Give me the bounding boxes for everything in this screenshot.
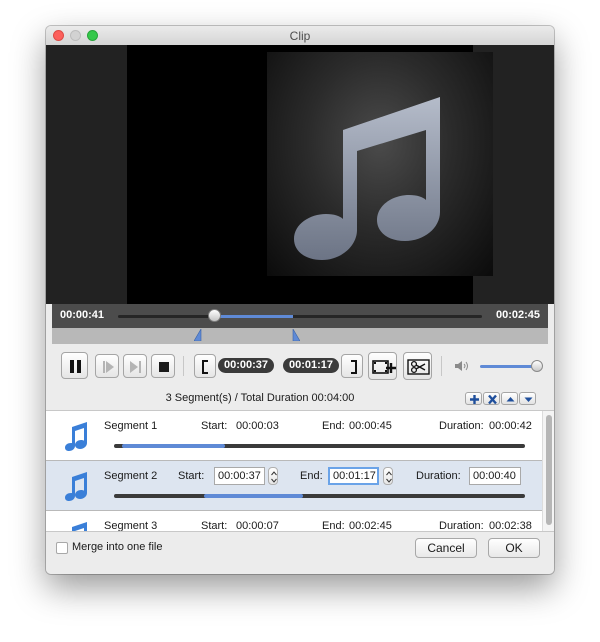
merge-label[interactable]: Merge into one file bbox=[72, 541, 163, 553]
step-forward-icon bbox=[103, 361, 114, 373]
skip-end-icon bbox=[130, 361, 141, 373]
stop-icon bbox=[159, 362, 169, 372]
duration-value: 00:00:42 bbox=[489, 420, 532, 432]
segment-list: Segment 1 Start: 00:00:03 End: 00:00:45 … bbox=[46, 411, 542, 531]
dialog-footer: Merge into one file Cancel OK bbox=[46, 531, 554, 574]
music-note-icon bbox=[72, 522, 87, 531]
segment-row-selected[interactable]: Segment 2 Start: 00:00:37 End: 00:01:17 … bbox=[46, 461, 542, 511]
duration-value: 00:02:38 bbox=[489, 520, 532, 531]
duration-field[interactable]: 00:00:40 bbox=[469, 467, 521, 485]
cut-segment-button[interactable] bbox=[403, 352, 432, 380]
skip-to-end-button[interactable] bbox=[123, 354, 147, 378]
music-note-icon bbox=[65, 472, 87, 501]
add-clip-icon bbox=[372, 360, 396, 374]
add-segment-list-button[interactable] bbox=[465, 392, 482, 405]
end-time-stepper[interactable] bbox=[383, 467, 393, 485]
next-frame-button[interactable] bbox=[95, 354, 119, 378]
end-time-display: 00:01:17 bbox=[283, 358, 339, 373]
delete-x-icon bbox=[488, 394, 497, 405]
start-label: Start: bbox=[201, 420, 228, 432]
add-segment-button[interactable] bbox=[368, 352, 397, 380]
segment-name: Segment 2 bbox=[104, 470, 158, 482]
clip-window: Clip 00:00:41 00:02:45 00:00:37 00:01:17… bbox=[46, 26, 554, 574]
end-value: 00:00:45 bbox=[349, 420, 392, 432]
music-note-icon bbox=[294, 97, 440, 260]
video-preview bbox=[46, 45, 554, 304]
playback-controls: 00:00:37 00:01:17 bbox=[46, 344, 554, 389]
volume-slider[interactable] bbox=[480, 365, 538, 368]
end-label: End: bbox=[322, 520, 345, 531]
stepper-icon bbox=[271, 471, 277, 483]
start-label: Start: bbox=[178, 470, 205, 482]
set-start-button[interactable] bbox=[194, 354, 216, 378]
start-value: 00:00:03 bbox=[236, 420, 279, 432]
end-bracket-icon bbox=[351, 360, 357, 374]
segment-name: Segment 1 bbox=[104, 420, 158, 432]
scrollbar-thumb[interactable] bbox=[546, 415, 552, 525]
divider bbox=[441, 356, 442, 376]
start-marker-icon[interactable] bbox=[194, 329, 202, 341]
segment-row[interactable]: Segment 1 Start: 00:00:03 End: 00:00:45 … bbox=[46, 411, 542, 461]
duration-label: Duration: bbox=[439, 420, 484, 432]
volume-handle[interactable] bbox=[531, 360, 543, 372]
album-artwork bbox=[267, 52, 493, 276]
duration-label: Duration: bbox=[439, 520, 484, 531]
set-end-button[interactable] bbox=[341, 354, 363, 378]
volume-icon bbox=[455, 361, 468, 371]
segment-name: Segment 3 bbox=[104, 520, 158, 531]
marker-strip bbox=[52, 328, 548, 344]
segment-range-bar bbox=[114, 494, 525, 498]
start-time-display: 00:00:37 bbox=[218, 358, 274, 373]
arrow-up-icon bbox=[506, 397, 515, 402]
ok-button[interactable]: OK bbox=[488, 538, 540, 558]
segment-range-fill bbox=[204, 494, 304, 498]
end-marker-icon[interactable] bbox=[292, 329, 300, 341]
end-value: 00:02:45 bbox=[349, 520, 392, 531]
arrow-down-icon bbox=[524, 397, 533, 402]
start-time-stepper[interactable] bbox=[268, 467, 278, 485]
pause-icon bbox=[70, 360, 81, 373]
segments-summary: 3 Segment(s) / Total Duration 00:04:00 bbox=[165, 392, 355, 404]
stepper-icon bbox=[386, 471, 392, 483]
music-note-icon bbox=[65, 422, 87, 451]
cancel-button[interactable]: Cancel bbox=[415, 538, 477, 558]
scissors-clip-icon bbox=[407, 359, 430, 375]
start-value: 00:00:07 bbox=[236, 520, 279, 531]
end-time-field[interactable]: 00:01:17 bbox=[328, 467, 379, 485]
start-label: Start: bbox=[201, 520, 228, 531]
plus-icon bbox=[470, 395, 479, 404]
duration-label: Duration: bbox=[416, 470, 461, 482]
end-label: End: bbox=[322, 420, 345, 432]
total-time: 00:02:45 bbox=[495, 309, 540, 321]
start-time-field[interactable]: 00:00:37 bbox=[214, 467, 265, 485]
segment-range-bar bbox=[114, 444, 525, 448]
playback-timeline: 00:00:41 00:02:45 bbox=[52, 304, 548, 328]
segment-row[interactable]: Segment 3 Start: 00:00:07 End: 00:02:45 … bbox=[46, 511, 542, 531]
start-bracket-icon bbox=[202, 360, 208, 374]
segments-header: 3 Segment(s) / Total Duration 00:04:00 bbox=[46, 388, 554, 411]
segment-list-scrollbar[interactable] bbox=[542, 411, 554, 531]
playhead-handle[interactable] bbox=[208, 309, 221, 322]
selection-range bbox=[210, 315, 293, 318]
video-frame bbox=[127, 45, 493, 304]
current-time: 00:00:41 bbox=[60, 309, 105, 321]
pause-button[interactable] bbox=[61, 352, 88, 379]
title-bar: Clip bbox=[46, 26, 554, 46]
divider bbox=[183, 356, 184, 376]
seek-track[interactable] bbox=[118, 315, 482, 318]
delete-segment-button[interactable] bbox=[483, 392, 500, 405]
end-label: End: bbox=[300, 470, 323, 482]
merge-checkbox[interactable] bbox=[56, 542, 68, 554]
window-title: Clip bbox=[289, 29, 311, 43]
move-down-button[interactable] bbox=[519, 392, 536, 405]
move-up-button[interactable] bbox=[501, 392, 518, 405]
segment-range-fill bbox=[122, 444, 225, 448]
stop-button[interactable] bbox=[151, 354, 175, 378]
